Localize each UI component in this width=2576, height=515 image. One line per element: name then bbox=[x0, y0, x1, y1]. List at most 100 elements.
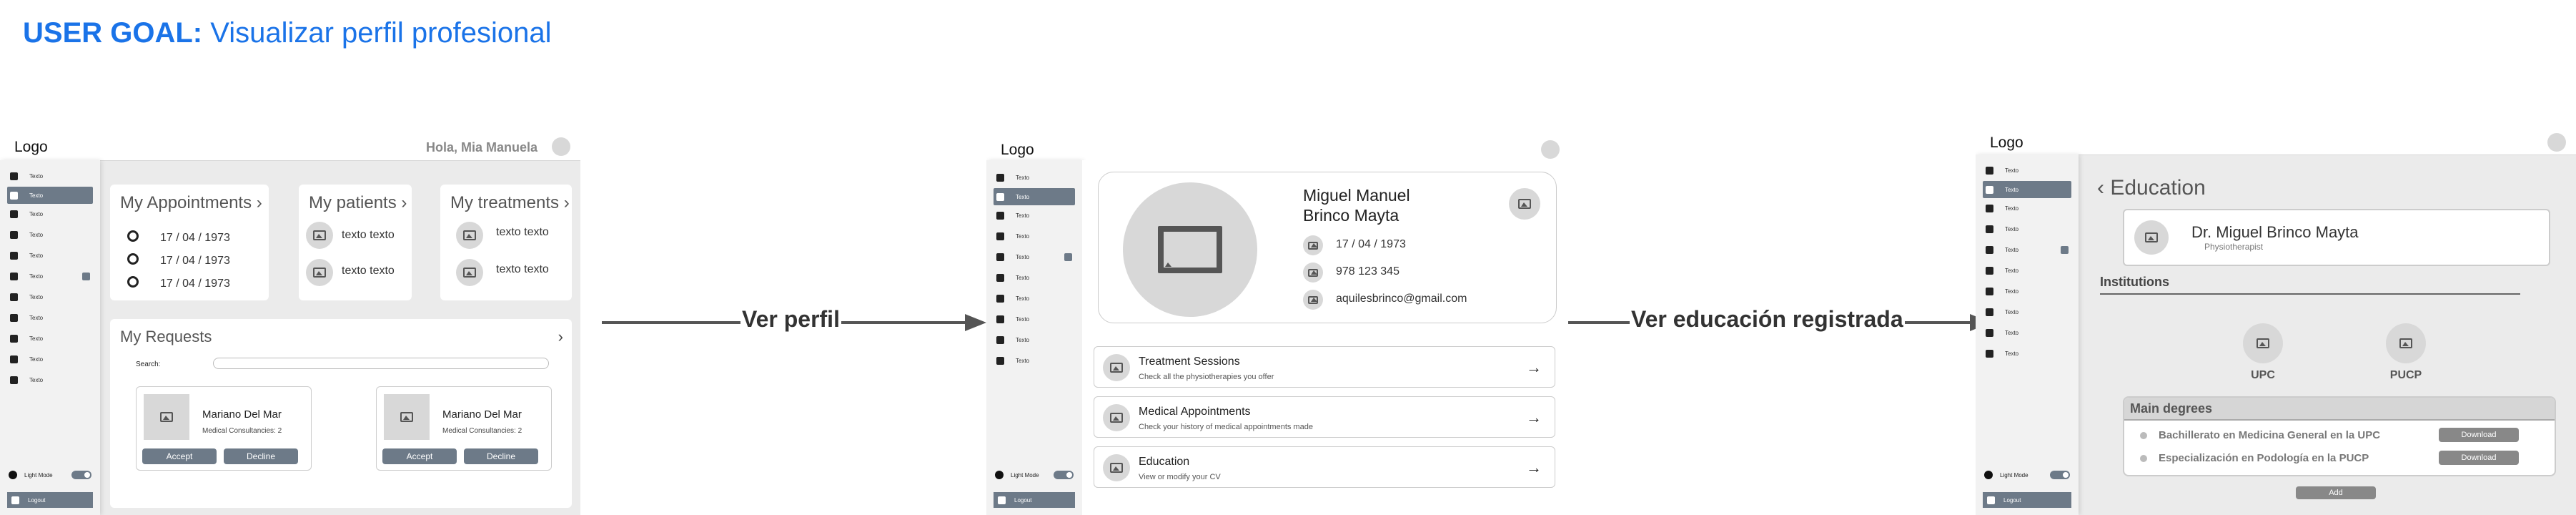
menu-title: Medical Appointments bbox=[1139, 406, 1251, 418]
search-input[interactable] bbox=[213, 358, 549, 369]
at-icon bbox=[127, 230, 139, 242]
add-button[interactable]: Add bbox=[2296, 486, 2376, 499]
sidebar-item[interactable]: Texto bbox=[1976, 281, 2079, 302]
degree-name: Especialización en Podología en la PUCP bbox=[2159, 452, 2369, 464]
sidebar-item[interactable]: Texto bbox=[0, 166, 100, 187]
sidebar-item[interactable]: Texto bbox=[1976, 160, 2079, 181]
sidebar-item[interactable]: Texto bbox=[0, 245, 100, 266]
at-icon bbox=[127, 253, 139, 265]
sidebar-item[interactable]: Texto bbox=[1976, 240, 2079, 260]
sidebar-item[interactable]: Texto bbox=[0, 225, 100, 245]
sidebar-item[interactable]: Texto bbox=[986, 205, 1082, 226]
profile-birthdate: 17 / 04 / 1973 bbox=[1336, 238, 1406, 250]
profile-card: Miguel Manuel Brinco Mayta 17 / 04 / 197… bbox=[1098, 172, 1557, 323]
lightmode-label: Light Mode bbox=[24, 471, 53, 479]
menu-treatment-sessions[interactable]: Treatment Sessions Check all the physiot… bbox=[1094, 346, 1555, 388]
sidebar-item[interactable]: Texto bbox=[986, 167, 1082, 188]
avatar[interactable] bbox=[552, 137, 570, 156]
sidebar-item[interactable]: Texto bbox=[0, 308, 100, 328]
accept-button[interactable]: Accept bbox=[382, 448, 457, 464]
patients-card[interactable]: My patients › texto texto texto texto bbox=[299, 185, 412, 300]
sidebar-item[interactable]: Texto bbox=[986, 226, 1082, 247]
profile-email: aquilesbrinco@gmail.com bbox=[1336, 293, 1467, 305]
sidebar-item-label: Texto bbox=[29, 356, 44, 363]
download-button[interactable]: Download bbox=[2439, 451, 2519, 465]
sidebar-item[interactable]: Texto bbox=[0, 204, 100, 225]
sidebar-item[interactable]: Texto bbox=[0, 370, 100, 391]
sidebar-item[interactable]: Texto bbox=[0, 287, 100, 308]
logout-icon bbox=[998, 496, 1006, 504]
grid-icon bbox=[996, 274, 1004, 282]
lightmode-toggle[interactable] bbox=[2050, 471, 2070, 479]
moon-icon bbox=[1984, 471, 1993, 479]
home-icon bbox=[996, 174, 1004, 182]
degrees-header: Main degrees bbox=[2124, 398, 2555, 421]
chevron-right-icon[interactable]: › bbox=[558, 328, 563, 346]
back-chevron-icon[interactable]: ‹ bbox=[2097, 176, 2104, 200]
accept-button[interactable]: Accept bbox=[142, 448, 217, 464]
decline-button[interactable]: Decline bbox=[224, 448, 298, 464]
user-icon bbox=[1986, 246, 1993, 254]
appointments-card[interactable]: My Appointments › 17 / 04 / 1973 17 / 04… bbox=[110, 185, 269, 300]
sidebar-item[interactable]: Texto bbox=[986, 330, 1082, 350]
sidebar-item[interactable]: Texto bbox=[1976, 343, 2079, 364]
request-detail: Medical Consultancies: 2 bbox=[442, 427, 522, 435]
sidebar-item-label: Texto bbox=[2005, 226, 2019, 232]
sidebar-item[interactable]: Texto bbox=[0, 328, 100, 349]
appointments-title[interactable]: My Appointments › bbox=[120, 193, 262, 213]
sidebar-item-active[interactable]: Texto bbox=[1983, 181, 2071, 198]
sidebar-item-active[interactable]: Texto bbox=[994, 188, 1075, 205]
arrow-right-icon: → bbox=[1526, 358, 1542, 376]
doctor-role: Physiotherapist bbox=[2204, 242, 2264, 252]
sliders-icon bbox=[996, 357, 1004, 365]
sidebar-item-label: Texto bbox=[1016, 175, 1030, 181]
patients-title[interactable]: My patients › bbox=[309, 193, 407, 213]
sidebar-item[interactable]: Texto bbox=[0, 266, 100, 287]
avatar[interactable] bbox=[2547, 133, 2566, 152]
sidebar-item[interactable]: Texto bbox=[986, 309, 1082, 330]
treatments-card[interactable]: My treatments › texto texto texto texto bbox=[440, 185, 572, 300]
sidebar-item[interactable]: Texto bbox=[986, 350, 1082, 371]
notification-badge bbox=[2061, 246, 2069, 254]
lightmode-toggle[interactable] bbox=[71, 471, 91, 479]
image-icon bbox=[1308, 268, 1318, 277]
sidebar-item[interactable]: Texto bbox=[1976, 219, 2079, 240]
document-icon bbox=[10, 231, 18, 239]
logo: Logo bbox=[1001, 142, 1034, 158]
sidebar-item[interactable]: Texto bbox=[0, 349, 100, 370]
lightmode-toggle[interactable] bbox=[1054, 471, 1074, 479]
sidebar-item[interactable]: Texto bbox=[1976, 260, 2079, 281]
menu-icon bbox=[1103, 354, 1130, 381]
topbar: Logo bbox=[1976, 129, 2576, 155]
degrees-panel: Main degrees Bachillerato en Medicina Ge… bbox=[2123, 396, 2556, 476]
logout-icon bbox=[11, 496, 19, 504]
decline-button[interactable]: Decline bbox=[464, 448, 538, 464]
menu-medical-appointments[interactable]: Medical Appointments Check your history … bbox=[1094, 396, 1555, 438]
lightmode-label: Light Mode bbox=[1011, 471, 1039, 479]
sidebar-item[interactable]: Texto bbox=[986, 247, 1082, 268]
logout-button[interactable]: Logout bbox=[994, 492, 1075, 508]
logout-button[interactable]: Logout bbox=[7, 492, 93, 508]
sidebar-item-active[interactable]: Texto bbox=[7, 187, 93, 204]
sidebar-item-label: Texto bbox=[29, 315, 44, 321]
divider bbox=[2100, 293, 2520, 295]
logout-button[interactable]: Logout bbox=[1983, 492, 2071, 508]
at-icon bbox=[127, 276, 139, 288]
treatments-title[interactable]: My treatments › bbox=[450, 193, 570, 213]
sidebar-item[interactable]: Texto bbox=[1976, 302, 2079, 323]
edit-photo-button[interactable] bbox=[1509, 188, 1540, 220]
menu-education[interactable]: Education View or modify your CV → bbox=[1094, 446, 1555, 488]
sidebar-item[interactable]: Texto bbox=[986, 268, 1082, 288]
sidebar-item[interactable]: Texto bbox=[986, 288, 1082, 309]
profile-name: Miguel Manuel Brinco Mayta bbox=[1303, 185, 1410, 225]
download-button[interactable]: Download bbox=[2439, 428, 2519, 442]
image-icon bbox=[313, 230, 326, 240]
request-photo bbox=[384, 394, 430, 440]
sidebar-item[interactable]: Texto bbox=[1976, 323, 2079, 343]
sidebar-item[interactable]: Texto bbox=[1976, 198, 2079, 219]
sidebar-item-label: Texto bbox=[29, 335, 44, 342]
avatar[interactable] bbox=[1541, 140, 1560, 159]
screen-dashboard: Logo Hola, Mia Manuela Texto Texto Texto… bbox=[0, 133, 580, 515]
sidebar-item-label: Texto bbox=[29, 232, 44, 238]
user-icon bbox=[996, 253, 1004, 261]
